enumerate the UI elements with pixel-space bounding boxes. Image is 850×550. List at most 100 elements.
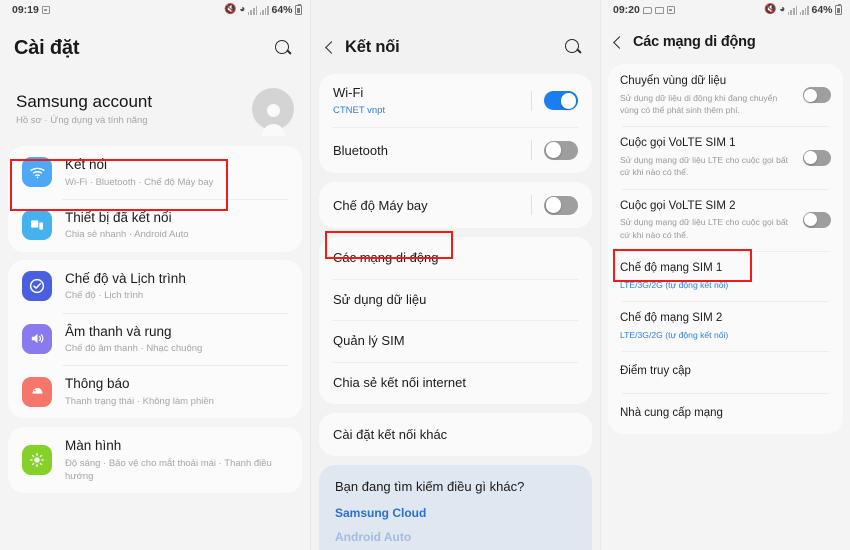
settings-group-connections: Kết nối Wi-Fi · Bluetooth · Chế độ Máy b…: [8, 146, 302, 252]
tip-card: Bạn đang tìm kiếm điều gì khác? Samsung …: [319, 465, 592, 550]
page-title: Kết nối: [345, 37, 400, 56]
search-button[interactable]: [560, 34, 586, 60]
battery-percent: 64%: [811, 4, 833, 16]
devices-icon: [22, 210, 52, 241]
alarm-square-icon: [41, 6, 50, 14]
sidebar-item-am-thanh-va-rung[interactable]: Âm thanh và rung Chế độ âm thanh · Nhạc …: [8, 312, 302, 366]
list-item-chuyen-vung-du-lieu[interactable]: Chuyển vùng dữ liệu Sử dụng dữ liệu di đ…: [608, 64, 843, 126]
volte-sim1-toggle[interactable]: [803, 149, 831, 166]
page-title: Các mạng di động: [633, 34, 756, 50]
sidebar-item-label: Thiết bị đã kết nối: [65, 209, 172, 225]
sidebar-item-sublabel: Chế độ · Lịch trình: [65, 290, 144, 302]
list-item-sublabel: LTE/3G/2G (tự động kết nối): [620, 279, 729, 290]
avatar[interactable]: [252, 88, 294, 136]
volte-sim2-toggle[interactable]: [803, 212, 831, 229]
signal-bars-icon: [259, 5, 269, 15]
connections-group-airplane: Chế độ Máy bay: [319, 182, 592, 229]
list-item-label: Các mạng di động: [333, 250, 439, 266]
list-item-sublabel: Sử dụng mạng dữ liệu LTE cho cuộc gọi bấ…: [620, 217, 789, 240]
list-item-sublabel: LTE/3G/2G (tự động kết nối): [620, 329, 729, 340]
phone-screen-connections: Kết nối Wi-Fi CTNET vnpt Bluetooth Chế đ…: [310, 0, 600, 550]
list-item-label: Chuyển vùng dữ liệu: [620, 75, 727, 87]
brightness-icon: [22, 445, 52, 476]
connections-group-other: Cài đặt kết nối khác: [319, 412, 592, 457]
app-bar-settings: Cài đặt: [0, 20, 310, 76]
back-chevron-icon[interactable]: [613, 35, 626, 49]
list-item-sublabel: CTNET vnpt: [333, 104, 386, 116]
chat-icon: [642, 6, 652, 14]
list-item-chia-se-ket-noi-internet[interactable]: Chia sẻ kết nối internet: [319, 361, 592, 404]
sidebar-item-man-hinh[interactable]: Màn hình Độ sáng · Bảo vệ cho mắt thoải …: [8, 427, 302, 493]
status-time: 09:19: [12, 4, 39, 16]
bluetooth-toggle[interactable]: [544, 140, 578, 160]
list-item-label: Sử dụng dữ liệu: [333, 291, 427, 307]
battery-percent: 64%: [271, 4, 293, 16]
sidebar-item-thong-bao[interactable]: Thông báo Thanh trạng thái · Không làm p…: [8, 365, 302, 418]
samsung-account-row[interactable]: Samsung account Hồ sơ · Ứng dụng và tính…: [0, 76, 310, 146]
list-item-label: Cuộc gọi VoLTE SIM 1: [620, 137, 736, 150]
sidebar-item-thiet-bi-da-ket-noi[interactable]: Thiết bị đã kết nối Chia sẻ nhanh · Andr…: [8, 198, 302, 252]
wifi-toggle[interactable]: [544, 91, 578, 111]
list-item-che-do-mang-sim-2[interactable]: Chế độ mạng SIM 2 LTE/3G/2G (tự động kết…: [608, 301, 843, 351]
wifi-icon: [22, 157, 52, 188]
sidebar-item-che-do-va-lich-trinh[interactable]: Chế độ và Lịch trình Chế độ · Lịch trình: [8, 260, 302, 313]
sidebar-item-sublabel: Thanh trạng thái · Không làm phiền: [65, 395, 214, 407]
battery-icon: [835, 3, 842, 15]
search-icon: [274, 39, 292, 57]
sidebar-item-ket-noi[interactable]: Kết nối Wi-Fi · Bluetooth · Chế độ Máy b…: [8, 146, 302, 199]
speaker-icon: [22, 323, 52, 354]
status-bar-3: 09:20 🔇 ◕ 64%: [601, 0, 850, 20]
sidebar-item-sublabel: Chế độ âm thanh · Nhạc chuông: [65, 343, 203, 355]
signal-bars-icon: [247, 5, 258, 15]
list-item-label: Điểm truy cập: [620, 365, 691, 378]
list-item-cai-dat-ket-noi-khac[interactable]: Cài đặt kết nối khác: [319, 413, 592, 457]
data-roaming-toggle[interactable]: [803, 87, 831, 104]
sidebar-item-label: Kết nối: [65, 157, 108, 172]
list-item-volte-sim-2[interactable]: Cuộc gọi VoLTE SIM 2 Sử dụng mạng dữ liệ…: [608, 188, 843, 251]
list-item-diem-truy-cap[interactable]: Điểm truy cập: [608, 351, 843, 393]
search-button[interactable]: [270, 35, 296, 61]
alarm-square-icon: [666, 6, 675, 14]
list-item-label: Cuộc gọi VoLTE SIM 2: [620, 199, 736, 212]
phone-screen-settings: 09:19 🔇 ◕ 64% Cài đặt Samsung account Hồ…: [0, 0, 310, 550]
status-time: 09:20: [613, 4, 640, 16]
list-item-bluetooth[interactable]: Bluetooth: [319, 127, 592, 173]
list-item-label: Chế độ mạng SIM 2: [620, 312, 723, 325]
airplane-mode-toggle[interactable]: [544, 195, 578, 215]
connections-group-wireless: Wi-Fi CTNET vnpt Bluetooth: [319, 74, 592, 174]
list-item-label: Quản lý SIM: [333, 333, 405, 349]
signal-bars-icon: [787, 5, 798, 15]
signal-bars-icon: [799, 5, 809, 15]
list-item-airplane-mode[interactable]: Chế độ Máy bay: [319, 182, 592, 228]
notification-icon: [22, 376, 52, 407]
list-item-label: Wi-Fi: [333, 85, 364, 100]
mobile-networks-list: Chuyển vùng dữ liệu Sử dụng dữ liệu di đ…: [608, 64, 843, 435]
account-subtitle: Hồ sơ · Ứng dụng và tính năng: [16, 115, 148, 126]
wifi-icon: ◕: [779, 4, 786, 15]
list-item-label: Chế độ mạng SIM 1: [620, 262, 723, 275]
account-name: Samsung account: [16, 92, 153, 111]
list-item-sublabel: Sử dụng mạng dữ liệu LTE cho cuộc gọi bấ…: [620, 154, 789, 178]
tip-link-android-auto[interactable]: Android Auto: [335, 530, 576, 544]
list-item-label: Chế độ Máy bay: [333, 197, 428, 213]
list-item-wifi[interactable]: Wi-Fi CTNET vnpt: [319, 74, 592, 127]
tip-link-samsung-cloud[interactable]: Samsung Cloud: [335, 506, 576, 520]
list-item-nha-cung-cap-mang[interactable]: Nhà cung cấp mạng: [608, 392, 843, 435]
list-item-volte-sim-1[interactable]: Cuộc gọi VoLTE SIM 1 Sử dụng mạng dữ liệ…: [608, 126, 843, 188]
connections-group-networks: Các mạng di động Sử dụng dữ liệu Quản lý…: [319, 237, 592, 404]
settings-group-modes: Chế độ và Lịch trình Chế độ · Lịch trình…: [8, 259, 302, 419]
list-item-cac-mang-di-dong[interactable]: Các mạng di động: [319, 237, 592, 279]
mute-icon: 🔇: [224, 4, 237, 15]
list-item-che-do-mang-sim-1[interactable]: Chế độ mạng SIM 1 LTE/3G/2G (tự động kết…: [608, 251, 843, 301]
back-chevron-icon[interactable]: [325, 40, 338, 54]
battery-icon: [295, 3, 302, 15]
list-item-label: Nhà cung cấp mạng: [620, 406, 723, 419]
sidebar-item-sublabel: Wi-Fi · Bluetooth · Chế độ Máy bay: [65, 176, 214, 188]
three-phone-screenshots: 09:19 🔇 ◕ 64% Cài đặt Samsung account Hồ…: [0, 0, 850, 550]
app-bar-mobile-networks: Các mạng di động: [601, 20, 850, 64]
list-item-su-dung-du-lieu[interactable]: Sử dụng dữ liệu: [319, 278, 592, 321]
search-icon: [564, 38, 582, 56]
list-item-label: Bluetooth: [333, 142, 388, 158]
list-item-quan-ly-sim[interactable]: Quản lý SIM: [319, 320, 592, 362]
wifi-icon: ◕: [239, 4, 246, 15]
